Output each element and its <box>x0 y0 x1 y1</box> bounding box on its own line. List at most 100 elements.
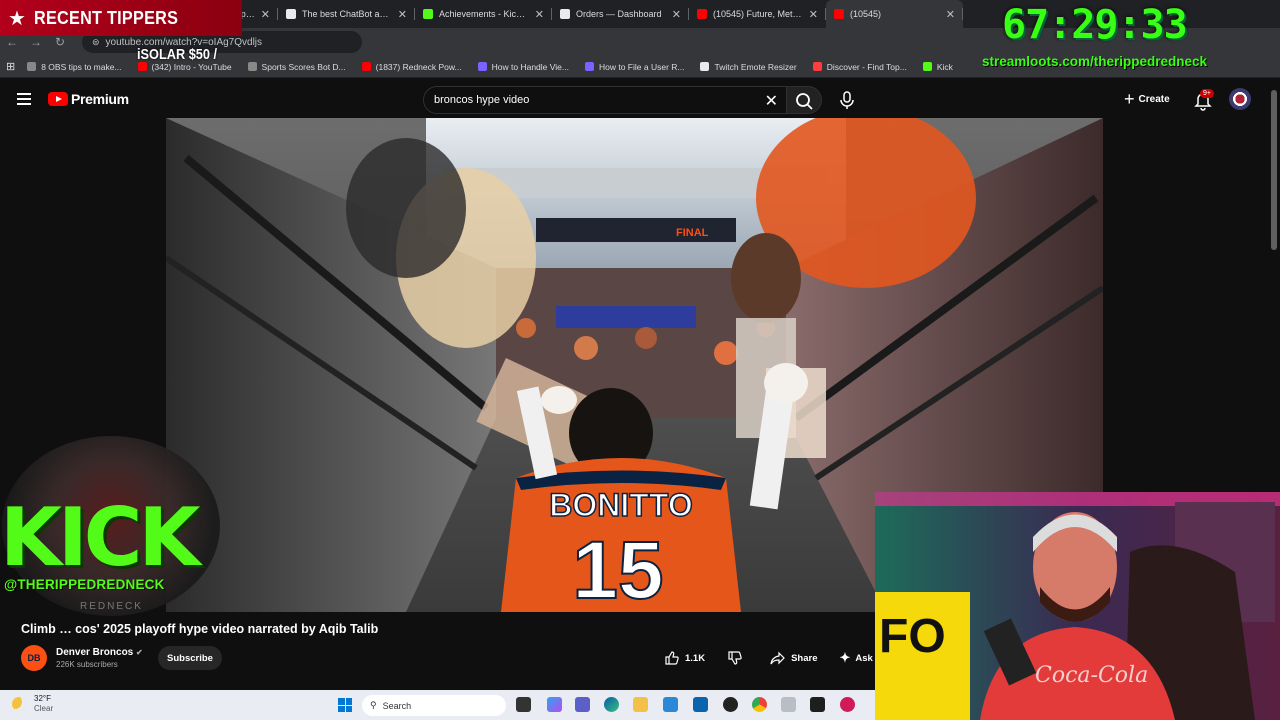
audio-app-icon[interactable] <box>840 697 855 712</box>
moon-icon <box>12 697 26 711</box>
apps-grid-icon[interactable]: ⊞ <box>6 60 15 73</box>
share-button[interactable]: Share <box>770 650 817 666</box>
close-tab-icon[interactable]: ✕ <box>672 8 681 21</box>
plus-icon: + <box>1124 89 1135 109</box>
video-actions: 1.1K Share ✦ Ask <box>664 646 895 670</box>
app-icon[interactable] <box>781 697 796 712</box>
bookmark-label: 8 OBS tips to make... <box>41 61 122 72</box>
tab-title: Achievements - Kick Das <box>439 9 529 19</box>
menu-icon[interactable] <box>17 93 31 105</box>
bookmark-item[interactable]: Sports Scores Bot D... <box>247 62 346 72</box>
channel-text: Denver Broncos ✔ 226K subscribers <box>56 647 143 669</box>
jersey-name: BONITTO <box>549 487 692 523</box>
bookmark-item[interactable]: How to Handle Vie... <box>477 61 569 72</box>
bookmark-item[interactable]: (342) Intro - YouTube <box>137 61 232 72</box>
verified-icon: ✔ <box>136 648 143 657</box>
bookmark-favicon-icon <box>477 62 487 71</box>
subathon-timer: 67:29:33 <box>1002 2 1188 48</box>
video-title: Climb … cos' 2025 playoff hype video nar… <box>21 622 379 636</box>
browser-tab[interactable]: Orders — Dashboard ✕ <box>552 0 689 28</box>
create-label: Create <box>1138 94 1170 105</box>
close-tab-icon[interactable]: ✕ <box>398 8 407 21</box>
taskbar-search-icon: ⚲ <box>370 700 377 710</box>
youtube-header: Premium broncos hype video ✕ + Create 9+ <box>0 80 1280 118</box>
bookmark-label: (342) Intro - YouTube <box>151 61 232 72</box>
browser-tab[interactable]: (10545) ✕ <box>826 0 963 28</box>
microphone-icon[interactable] <box>836 89 858 111</box>
ask-button[interactable]: ✦ Ask <box>839 650 872 666</box>
channel-name[interactable]: Denver Broncos ✔ <box>56 647 143 658</box>
share-label: Share <box>791 652 818 664</box>
browser-tab[interactable]: The best ChatBot and W ✕ <box>278 0 415 28</box>
bookmark-label: How to Handle Vie... <box>491 61 569 72</box>
kick-overlay: KICK @THERIPPEDREDNECK REDNECK <box>0 436 224 616</box>
task-view-icon[interactable] <box>516 697 531 712</box>
bookmark-label: Kick <box>936 61 953 72</box>
star-icon: ★ <box>8 7 26 30</box>
bookmark-label: How to File a User R... <box>598 61 685 72</box>
bookmark-item[interactable]: (1837) Redneck Pow... <box>361 61 462 72</box>
close-tab-icon[interactable]: ✕ <box>946 8 955 21</box>
tab-favicon-icon <box>286 9 296 19</box>
bookmark-label: (1837) Redneck Pow... <box>375 61 462 72</box>
taskbar-search-placeholder: Search <box>382 700 412 711</box>
site-info-icon[interactable]: ⊜ <box>92 37 100 48</box>
subscribe-button[interactable]: Subscribe <box>158 646 222 670</box>
forward-icon[interactable]: → <box>24 35 48 49</box>
recent-tippers-banner: ★ RECENT TIPPERS <box>0 0 242 36</box>
bookmark-favicon-icon <box>922 62 932 71</box>
bookmark-item[interactable]: How to File a User R... <box>584 61 685 72</box>
dislike-button[interactable] <box>727 650 748 666</box>
obs-icon[interactable] <box>723 697 738 712</box>
bookmark-label: Discover - Find Top... <box>826 61 907 72</box>
clear-search-icon[interactable]: ✕ <box>765 91 778 111</box>
recent-tippers-title: RECENT TIPPERS <box>33 7 179 28</box>
teams-icon[interactable] <box>575 697 590 712</box>
copilot-icon[interactable] <box>547 697 562 712</box>
tab-favicon-icon <box>423 9 433 19</box>
close-tab-icon[interactable]: ✕ <box>809 8 818 21</box>
close-tab-icon[interactable]: ✕ <box>535 8 544 21</box>
like-button[interactable]: 1.1K <box>664 650 705 666</box>
channel-info[interactable]: DB Denver Broncos ✔ 226K subscribers <box>21 645 143 671</box>
tab-favicon-icon <box>834 9 844 19</box>
channel-avatar[interactable]: DB <box>21 645 47 671</box>
bookmark-favicon-icon <box>700 62 710 71</box>
bookmark-item[interactable]: 8 OBS tips to make... <box>27 61 122 72</box>
outlook-icon[interactable] <box>693 697 708 712</box>
bookmark-item[interactable]: Kick <box>922 61 953 72</box>
chrome-icon[interactable] <box>752 697 767 712</box>
file-explorer-icon[interactable] <box>633 697 648 712</box>
bookmark-favicon-icon <box>584 62 594 71</box>
channel-name-text: Denver Broncos <box>56 647 134 658</box>
weather-condition: Clear <box>34 704 54 713</box>
tab-title: Orders — Dashboard <box>576 9 662 19</box>
youtube-play-icon <box>48 92 68 106</box>
store-icon[interactable] <box>663 697 678 712</box>
close-tab-icon[interactable]: ✕ <box>261 8 270 21</box>
bookmark-item[interactable]: Discover - Find Top... <box>812 61 907 72</box>
jersey-number: 15 <box>572 525 663 612</box>
subscriber-count: 226K subscribers <box>56 660 118 669</box>
recent-tipper-entry: iSOLAR $50 / <box>137 46 218 63</box>
search-input[interactable]: broncos hype video ✕ <box>423 86 787 114</box>
browser-tab[interactable]: (10545) Future, Metro Bo ✕ <box>689 0 826 28</box>
search-button[interactable] <box>786 86 822 114</box>
back-icon[interactable]: ← <box>0 35 24 49</box>
create-button[interactable]: + Create <box>1124 89 1170 110</box>
youtube-logo[interactable]: Premium <box>48 91 129 107</box>
bookmark-item[interactable]: Twitch Emote Resizer <box>700 62 797 72</box>
browser-tab[interactable]: Achievements - Kick Das ✕ <box>415 0 552 28</box>
page-scrollbar[interactable] <box>1271 90 1277 250</box>
weather-widget[interactable]: 32°F Clear <box>12 694 53 714</box>
taskbar-search[interactable]: ⚲ Search <box>362 695 506 716</box>
sparkle-icon: ✦ <box>839 650 851 665</box>
reload-icon[interactable]: ↻ <box>48 35 72 49</box>
terminal-icon[interactable] <box>810 697 825 712</box>
edge-icon[interactable] <box>604 697 619 712</box>
svg-text:FO: FO <box>879 610 946 663</box>
start-icon[interactable] <box>338 698 352 712</box>
account-avatar[interactable] <box>1229 88 1251 110</box>
tab-favicon-icon <box>560 9 570 19</box>
bookmark-favicon-icon <box>247 62 257 71</box>
